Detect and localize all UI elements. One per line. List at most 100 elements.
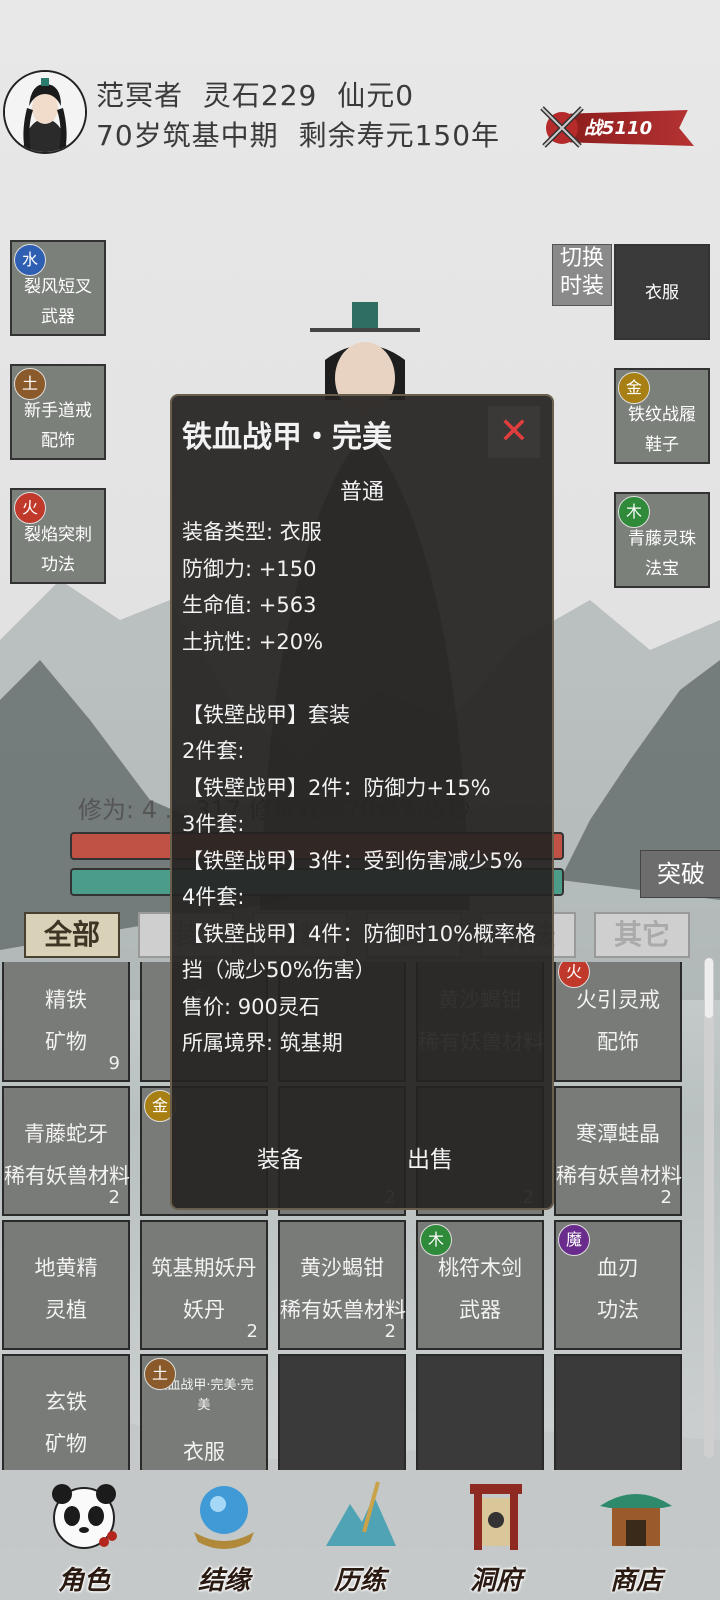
- player-age: 70岁: [96, 119, 163, 152]
- item-type: 妖丹: [183, 1298, 225, 1322]
- item-type: 稀有妖兽材料: [556, 1164, 682, 1188]
- item-name: 火引灵戒: [576, 988, 660, 1012]
- item-count: 9: [108, 1053, 120, 1074]
- item-name: 血刃: [597, 1256, 639, 1280]
- equip-button[interactable]: 装备: [220, 1138, 340, 1182]
- nav-cave-abode[interactable]: 洞府: [436, 1466, 556, 1600]
- nav-label: 结缘: [197, 1566, 250, 1596]
- item-count: 2: [108, 1187, 120, 1208]
- equip-slot-type: 功法: [41, 555, 75, 575]
- inventory-item[interactable]: 精铁矿物 9: [2, 962, 130, 1082]
- equip-slot-shoes[interactable]: 金 铁纹战履 鞋子: [614, 368, 710, 464]
- item-type: 稀有妖兽材料: [4, 1164, 130, 1188]
- earth-element-icon: 土: [144, 1358, 176, 1390]
- bottom-navigation: 角色 结缘 历练 洞府 商店: [0, 1466, 720, 1600]
- item-type: 武器: [459, 1298, 501, 1322]
- breakthrough-button[interactable]: 突破: [640, 850, 720, 898]
- inventory-empty-slot[interactable]: [554, 1354, 682, 1470]
- filter-other[interactable]: 其它: [594, 912, 690, 958]
- switch-label-top: 切换: [559, 246, 604, 271]
- player-realm: 筑基中期: [162, 119, 279, 152]
- inventory-item[interactable]: 地黄精 灵植: [2, 1220, 130, 1350]
- equip-slot-treasure[interactable]: 木 青藤灵珠 法宝: [614, 492, 710, 588]
- nav-label: 商店: [609, 1566, 662, 1596]
- player-avatar[interactable]: [3, 70, 87, 154]
- item-stat-line: 防御力: +150: [182, 556, 317, 581]
- player-info-line-2: 70岁筑基中期 剩余寿元150年: [96, 114, 510, 154]
- avatar-portrait-icon: [5, 72, 85, 152]
- inventory-item[interactable]: 青藤蛇牙稀有妖兽材料 2: [2, 1086, 130, 1216]
- wood-element-icon: 木: [618, 496, 650, 528]
- item-description: 装备类型: 衣服 防御力: +150 生命值: +563 土抗性: +20% 【…: [182, 514, 548, 1062]
- inventory-item[interactable]: 土铁血战甲·完美·完美 衣服: [140, 1354, 268, 1470]
- equip-slot-type: 配饰: [41, 431, 75, 451]
- nav-label: 角色: [57, 1566, 110, 1596]
- item-stat-line: 生命值: +563: [182, 593, 317, 617]
- battle-power-value: 战5110: [584, 118, 653, 139]
- equip-slot-name: 裂焰突刺: [24, 525, 92, 545]
- equip-slot-type: 法宝: [645, 559, 679, 579]
- inventory-item[interactable]: 木桃符木剑 武器: [416, 1220, 544, 1350]
- nav-fate[interactable]: 结缘: [164, 1466, 284, 1600]
- set-bonus-line: 【铁壁战甲】2件：防御力+15%: [182, 775, 491, 800]
- earth-element-icon: 土: [14, 368, 46, 400]
- item-name: 青藤蛇牙: [24, 1122, 108, 1146]
- sell-button[interactable]: 出售: [370, 1138, 490, 1182]
- equip-slot-accessory[interactable]: 土 新手道戒 配饰: [10, 364, 106, 460]
- inventory-item[interactable]: 筑基期妖丹 妖丹 2: [140, 1220, 268, 1350]
- inventory-item[interactable]: 寒潭蛙晶 稀有妖兽材料 2: [554, 1086, 682, 1216]
- nav-training[interactable]: 历练: [300, 1466, 420, 1600]
- item-stat-line: 土抗性: +20%: [182, 629, 324, 654]
- spirit-stones: 灵石229: [202, 79, 318, 112]
- metal-element-icon: 金: [618, 372, 650, 404]
- inventory-item[interactable]: 魔血刃 功法: [554, 1220, 682, 1350]
- item-type: 矿物: [45, 1030, 87, 1054]
- pavilion-icon: [600, 1494, 672, 1546]
- fire-element-icon: 火: [14, 492, 46, 524]
- set-bonus-header: 2件套:: [182, 739, 245, 763]
- equip-slot-clothes[interactable]: 衣服: [614, 244, 710, 340]
- water-element-icon: 水: [14, 244, 46, 276]
- sell-price: 售价: 900灵石: [182, 994, 320, 1019]
- inventory-empty-slot[interactable]: [416, 1354, 544, 1470]
- switch-fashion-button[interactable]: 切换 时装: [552, 244, 612, 306]
- close-icon[interactable]: ✕: [488, 406, 540, 458]
- equip-slot-type: 鞋子: [645, 435, 679, 455]
- nav-shop[interactable]: 商店: [576, 1466, 696, 1600]
- crystal-orb-icon: [194, 1486, 254, 1549]
- inventory-scrollbar[interactable]: [704, 958, 714, 1458]
- item-quality: 普通: [339, 480, 384, 505]
- wood-element-icon: 木: [420, 1224, 452, 1256]
- item-name: 寒潭蛙晶: [576, 1122, 660, 1146]
- dialog-title: 铁血战甲・完美: [182, 420, 392, 455]
- inventory-item[interactable]: 玄铁 矿物: [2, 1354, 130, 1470]
- item-name: 精铁: [45, 988, 87, 1012]
- inventory-item[interactable]: 火火引灵戒 配饰: [554, 962, 682, 1082]
- item-type: 灵植: [45, 1298, 87, 1322]
- set-bonus-header: 3件套:: [182, 812, 245, 836]
- equip-slot-name: 衣服: [645, 283, 679, 303]
- item-type: 衣服: [183, 1440, 225, 1464]
- equip-slot-name: 裂风短叉: [24, 277, 92, 297]
- inventory-item[interactable]: 黄沙蝎钳 稀有妖兽材料 2: [278, 1220, 406, 1350]
- equip-slot-name: 青藤灵珠: [628, 529, 696, 549]
- filter-all[interactable]: 全部: [24, 912, 120, 958]
- item-detail-dialog: 铁血战甲・完美 ✕ 普通 装备类型: 衣服 防御力: +150 生命值: +56…: [170, 394, 554, 1210]
- battle-power-badge: 战5110: [534, 100, 700, 156]
- equip-slot-weapon[interactable]: 水 裂风短叉 武器: [10, 240, 106, 336]
- nav-label: 历练: [333, 1566, 386, 1596]
- panda-icon: [52, 1484, 117, 1549]
- player-info-line-1: 范冥者 灵石229 仙元0: [96, 74, 424, 114]
- mountain-sword-icon: [326, 1481, 396, 1546]
- player-lifespan: 剩余寿元150年: [298, 119, 501, 152]
- item-name: 黄沙蝎钳: [300, 1256, 384, 1280]
- switch-label-bottom: 时装: [559, 274, 604, 299]
- inventory-empty-slot[interactable]: [278, 1354, 406, 1470]
- immortal-yuan: 仙元0: [337, 79, 415, 112]
- item-name: 筑基期妖丹: [151, 1256, 257, 1280]
- set-bonus-line: 【铁壁战甲】4件：防御时10%概率格挡（减少50%伤害）: [182, 921, 537, 983]
- item-count: 2: [384, 1321, 396, 1342]
- equip-slot-technique[interactable]: 火 裂焰突刺 功法: [10, 488, 106, 584]
- nav-character[interactable]: 角色: [24, 1466, 144, 1600]
